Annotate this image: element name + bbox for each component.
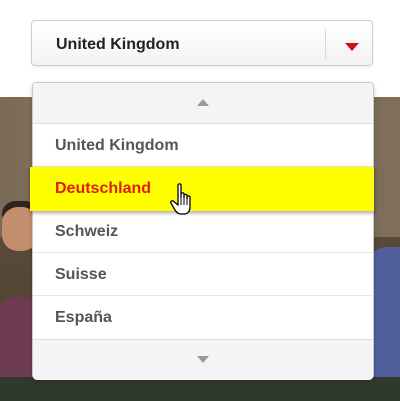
- option-label: United Kingdom: [55, 137, 179, 154]
- scroll-up-button[interactable]: [33, 83, 373, 124]
- photo-ground: [0, 377, 400, 401]
- option-espana[interactable]: España: [33, 296, 373, 339]
- option-united-kingdom[interactable]: United Kingdom: [33, 124, 373, 167]
- option-deutschland[interactable]: Deutschland: [30, 167, 374, 211]
- caret-down-icon[interactable]: [345, 39, 359, 57]
- hand-pointer-icon: [170, 183, 191, 215]
- option-schweiz[interactable]: Schweiz: [33, 210, 373, 253]
- country-select[interactable]: United Kingdom: [31, 20, 373, 66]
- chevron-up-icon: [197, 99, 209, 106]
- country-select-value: United Kingdom: [56, 36, 180, 53]
- option-suisse[interactable]: Suisse: [33, 253, 373, 296]
- country-dropdown-list: United Kingdom Schweiz Suisse España Deu…: [30, 82, 374, 380]
- scroll-down-button[interactable]: [33, 339, 373, 380]
- option-label: Deutschland: [55, 180, 152, 197]
- option-label: Suisse: [55, 266, 107, 283]
- chevron-down-icon: [197, 356, 209, 363]
- option-label: España: [55, 309, 112, 326]
- select-divider: [325, 29, 326, 59]
- option-label: Schweiz: [55, 223, 119, 240]
